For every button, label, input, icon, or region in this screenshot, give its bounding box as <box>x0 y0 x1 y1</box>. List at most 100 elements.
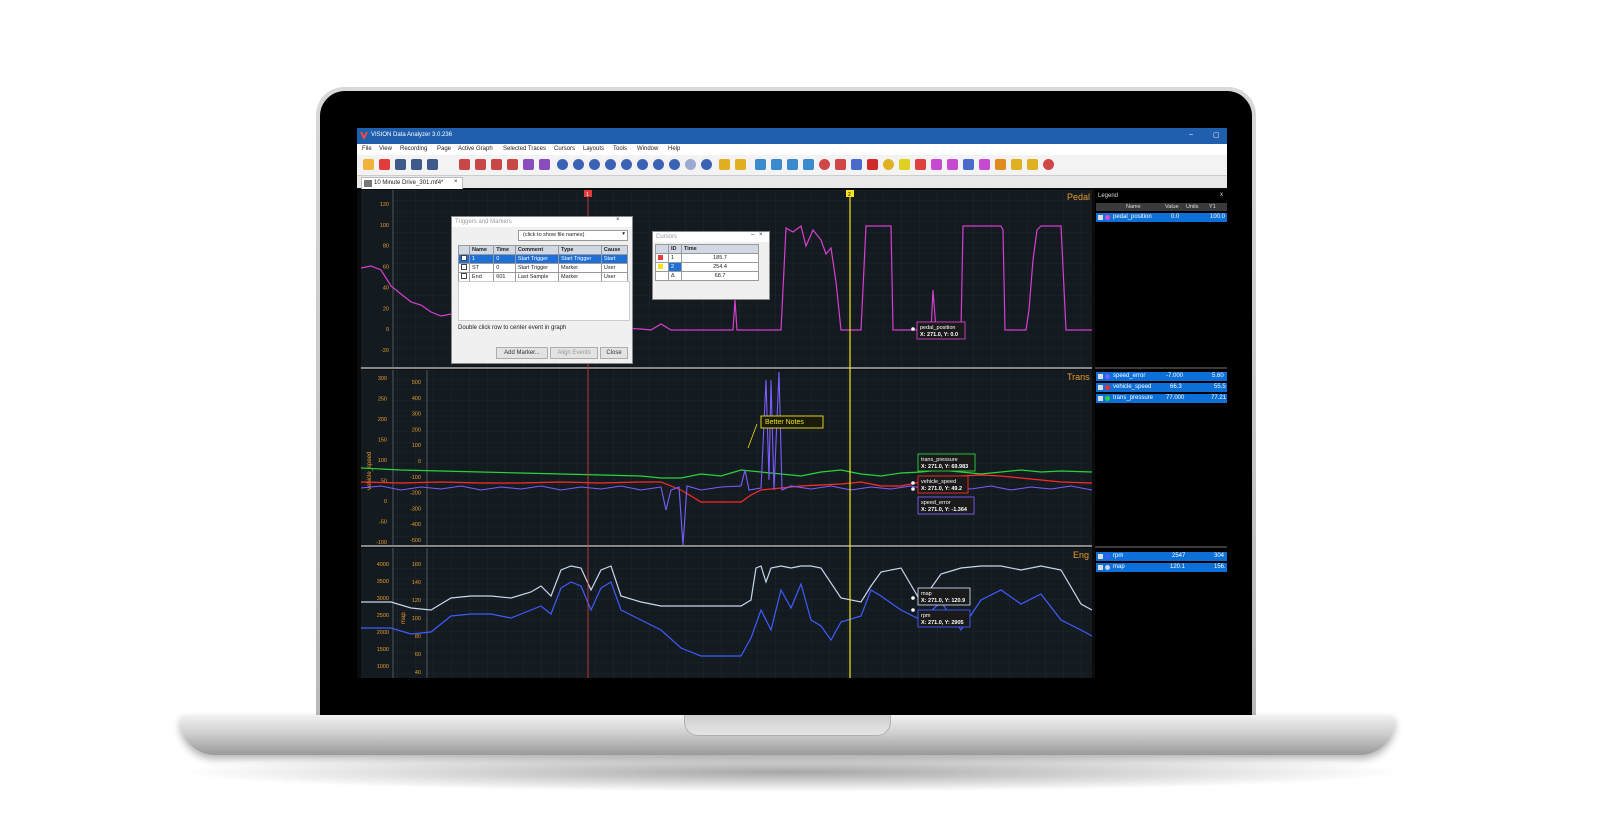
zoom-out-y-icon[interactable] <box>637 159 648 170</box>
cursors-dialog-close-icon[interactable]: × <box>759 232 763 238</box>
table-row[interactable]: 2 254.4 <box>655 262 759 272</box>
y-tick-label: 3500 <box>377 579 389 585</box>
legend-row-rpm[interactable]: rpm 2547 304 <box>1096 552 1227 561</box>
zoom-fit-icon[interactable] <box>653 159 664 170</box>
add-page-icon[interactable] <box>459 159 470 170</box>
menu-tools[interactable]: Tools <box>613 146 627 152</box>
zoom-in-x-icon[interactable] <box>573 159 584 170</box>
draw-line-icon[interactable] <box>867 159 878 170</box>
derivative-icon[interactable] <box>963 159 974 170</box>
tab-close-icon[interactable]: × <box>454 179 458 185</box>
close-dialog-button[interactable]: Close <box>600 347 628 359</box>
legend-row-vehicle-speed[interactable]: vehicle_speed 66.3 55.5 <box>1096 383 1227 392</box>
add-marker-button[interactable]: Add Marker... <box>496 347 548 359</box>
col-time[interactable]: Time <box>681 244 759 254</box>
legend-checkbox[interactable] <box>1098 374 1103 379</box>
table-row[interactable]: Δ 68.7 <box>655 271 759 281</box>
trace-icon[interactable] <box>523 159 534 170</box>
triggers-dialog-close-icon[interactable]: × <box>616 217 620 223</box>
curve-icon[interactable] <box>947 159 958 170</box>
remove-trace-icon[interactable] <box>539 159 550 170</box>
legend-row-trans-pressure[interactable]: trans_pressure 77.000 77.21 <box>1096 394 1227 403</box>
legend-checkbox[interactable] <box>1098 215 1103 220</box>
legend-col-units[interactable]: Units <box>1186 204 1199 210</box>
add-graph-icon[interactable] <box>507 159 518 170</box>
cursor-icon[interactable] <box>755 159 766 170</box>
minimize-icon[interactable]: – <box>1189 131 1193 138</box>
step-trace-icon[interactable] <box>915 159 926 170</box>
menu-file[interactable]: File <box>362 146 372 152</box>
legend-row-map[interactable]: map 120.1 156. <box>1096 563 1227 572</box>
zoom-previous-icon[interactable] <box>669 159 680 170</box>
tab-10-minute-drive[interactable]: 10 Minute Drive_301.mf4* × <box>361 177 463 189</box>
col-cause[interactable]: Cause <box>600 245 629 255</box>
graph-area[interactable]: 120 100 80 60 40 20 0 -20 Pedal 300 250 200 150 100… <box>360 190 1093 678</box>
zoom-out-icon[interactable] <box>589 159 600 170</box>
page-properties-icon[interactable] <box>491 159 502 170</box>
save-all-icon[interactable] <box>427 159 438 170</box>
wave-trace-icon[interactable] <box>931 159 942 170</box>
file-names-dropdown[interactable]: (click to show file names) ▾ <box>518 230 628 241</box>
triggers-dialog-titlebar[interactable]: Triggers and Markers × <box>452 217 632 227</box>
marker-icon[interactable] <box>995 159 1006 170</box>
chart-settings-icon[interactable] <box>803 159 814 170</box>
menu-view[interactable]: View <box>379 146 392 152</box>
notes-icon[interactable] <box>1027 159 1038 170</box>
menu-layouts[interactable]: Layouts <box>583 146 604 152</box>
trigger-icon[interactable] <box>1011 159 1022 170</box>
scroll-left-icon[interactable] <box>719 159 730 170</box>
row-checkbox[interactable] <box>461 273 467 279</box>
restore-icon[interactable]: ▢ <box>1213 131 1220 139</box>
zoom-reset-icon[interactable] <box>685 159 696 170</box>
table-icon[interactable] <box>787 159 798 170</box>
col-comment[interactable]: Comment <box>514 245 560 255</box>
legend-col-name[interactable]: Name <box>1126 204 1141 210</box>
row-checkbox[interactable] <box>461 264 467 270</box>
menu-window[interactable]: Window <box>637 146 658 152</box>
legend-checkbox[interactable] <box>1098 565 1103 570</box>
col-id[interactable]: ID <box>668 244 682 254</box>
close-file-icon[interactable] <box>379 159 390 170</box>
table-row[interactable]: ST 0 Start Trigger Marker User <box>458 263 629 273</box>
legend-col-y1[interactable]: Y1 <box>1209 204 1216 210</box>
col-type[interactable]: Type <box>558 245 602 255</box>
align-events-button[interactable]: Align Events <box>550 347 598 359</box>
align-icon[interactable] <box>979 159 990 170</box>
legend-checkbox[interactable] <box>1098 554 1103 559</box>
cursors-dialog-minimize-icon[interactable]: – <box>751 232 754 238</box>
menu-cursors[interactable]: Cursors <box>554 146 575 152</box>
legend-row-pedal-position[interactable]: pedal_position 0.0 100.0 <box>1096 213 1227 222</box>
row-checkbox[interactable] <box>461 255 467 261</box>
col-name[interactable]: Name <box>468 245 495 255</box>
settings-icon[interactable] <box>1043 159 1054 170</box>
zoom-out-x-icon[interactable] <box>605 159 616 170</box>
legend-checkbox[interactable] <box>1098 385 1103 390</box>
legend-row-speed-error[interactable]: speed_error -7.000 5.60 <box>1096 372 1227 381</box>
save-as-icon[interactable] <box>411 159 422 170</box>
delete-page-icon[interactable] <box>475 159 486 170</box>
annotation-icon[interactable] <box>899 159 910 170</box>
menu-help[interactable]: Help <box>668 146 680 152</box>
grid-icon[interactable] <box>771 159 782 170</box>
menu-recording[interactable]: Recording <box>400 146 427 152</box>
table-row[interactable]: 1 185.7 <box>655 253 759 263</box>
legend-close-icon[interactable]: x <box>1220 192 1223 198</box>
col-time[interactable]: Time <box>493 245 516 255</box>
zoom-in-y-icon[interactable] <box>621 159 632 170</box>
menu-page[interactable]: Page <box>437 146 451 152</box>
open-folder-icon[interactable] <box>363 159 374 170</box>
menu-active-graph[interactable]: Active Graph <box>458 146 493 152</box>
legend-checkbox[interactable] <box>1098 396 1103 401</box>
zoom-all-icon[interactable] <box>701 159 712 170</box>
table-row[interactable]: 1 0 Start Trigger Start Trigger Start <box>458 254 629 264</box>
save-icon[interactable] <box>395 159 406 170</box>
crosshair-icon[interactable] <box>883 159 894 170</box>
zoom-in-icon[interactable] <box>557 159 568 170</box>
cursors-dialog-titlebar[interactable]: Cursors – × <box>653 232 769 242</box>
record-icon[interactable] <box>819 159 830 170</box>
legend-col-value[interactable]: Value <box>1165 204 1179 210</box>
scroll-right-icon[interactable] <box>735 159 746 170</box>
grid-lines-icon[interactable] <box>851 159 862 170</box>
menu-selected-traces[interactable]: Selected Traces <box>503 146 546 152</box>
histogram-icon[interactable] <box>835 159 846 170</box>
